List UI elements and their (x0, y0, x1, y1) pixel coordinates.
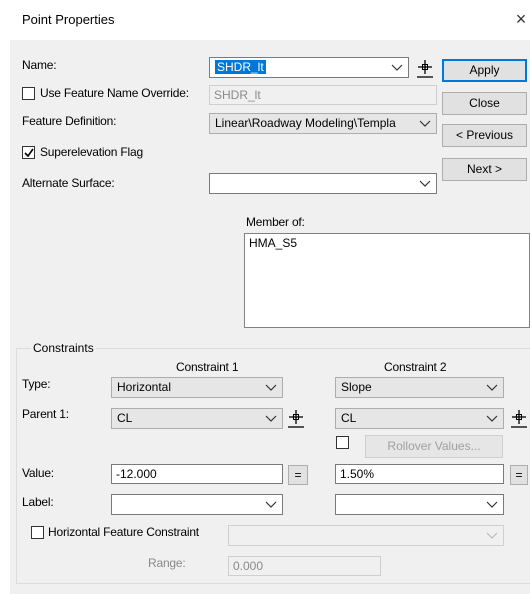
constraint-1-parent-value: CL (117, 411, 133, 425)
alternate-surface-combo[interactable] (209, 173, 437, 194)
feature-definition-label: Feature Definition: (22, 114, 117, 128)
constraint-1-type-combo[interactable]: Horizontal (111, 377, 283, 398)
left-edge-panel (0, 40, 10, 594)
constraint-1-equals-button[interactable]: = (288, 465, 308, 485)
name-combo[interactable]: SHDR_lt (209, 57, 409, 78)
feature-definition-combo[interactable]: Linear\Roadway Modeling\Templa (209, 113, 437, 134)
constraint-1-parent-combo[interactable]: CL (111, 408, 283, 429)
constraint-2-label-combo[interactable] (335, 494, 504, 515)
constraint-2-value-field[interactable]: 1.50% (335, 464, 504, 484)
constraints-group-label: Constraints (31, 341, 96, 355)
member-of-item[interactable]: HMA_S5 (249, 236, 297, 250)
previous-button[interactable]: < Previous (442, 124, 527, 147)
chevron-down-icon[interactable] (485, 409, 499, 428)
constraint-2-parent-value: CL (341, 411, 357, 425)
window-title: Point Properties (22, 12, 115, 27)
feature-definition-value: Linear\Roadway Modeling\Templa (215, 116, 396, 130)
parent-1-label: Parent 1: (22, 407, 69, 421)
chevron-down-icon[interactable] (418, 114, 432, 133)
chevron-down-icon[interactable] (485, 495, 499, 514)
chevron-down-icon[interactable] (264, 378, 278, 397)
value-label: Value: (22, 466, 54, 480)
type-label: Type: (22, 377, 51, 391)
label-label: Label: (22, 495, 54, 509)
use-feature-name-override-checkbox[interactable] (22, 87, 35, 100)
checkmark-icon (24, 148, 34, 158)
constraint-1-header: Constraint 1 (176, 360, 239, 374)
constraint-2-equals-button[interactable]: = (510, 465, 528, 485)
superelevation-flag-label: Superelevation Flag (40, 145, 143, 159)
title-bar: Point Properties × (0, 0, 530, 40)
horizontal-feature-constraint-label: Horizontal Feature Constraint (48, 525, 199, 539)
apply-button[interactable]: Apply (442, 59, 527, 82)
rollover-values-button[interactable]: Rollover Values... (365, 435, 503, 458)
constraint-1-label-combo[interactable] (111, 494, 283, 515)
chevron-down-icon[interactable] (485, 378, 499, 397)
close-button[interactable]: Close (442, 92, 527, 115)
superelevation-flag-checkbox[interactable] (22, 146, 35, 159)
feature-name-override-field[interactable]: SHDR_lt (209, 85, 437, 105)
alternate-surface-label: Alternate Surface: (22, 176, 115, 190)
close-icon[interactable]: × (512, 8, 530, 30)
constraint-2-type-value: Slope (341, 380, 372, 394)
horizontal-feature-constraint-checkbox[interactable] (31, 526, 44, 539)
use-feature-name-override-label: Use Feature Name Override: (40, 86, 189, 100)
chevron-down-icon[interactable] (485, 526, 499, 545)
constraint-1-pick-icon[interactable] (285, 407, 307, 429)
next-button[interactable]: Next > (442, 158, 527, 181)
member-of-list[interactable]: HMA_S5 (244, 233, 530, 328)
chevron-down-icon[interactable] (264, 409, 278, 428)
constraint-1-value-field[interactable]: -12.000 (111, 464, 283, 484)
chevron-down-icon[interactable] (418, 174, 432, 193)
name-pick-icon[interactable] (414, 57, 436, 79)
member-of-label: Member of: (246, 215, 305, 229)
constraint-2-type-combo[interactable]: Slope (335, 377, 504, 398)
chevron-down-icon[interactable] (390, 58, 404, 77)
name-value: SHDR_lt (215, 60, 266, 74)
constraint-1-type-value: Horizontal (117, 380, 172, 394)
range-label: Range: (148, 556, 186, 570)
constraint-2-header: Constraint 2 (384, 360, 447, 374)
rollover-checkbox[interactable] (336, 436, 349, 449)
constraint-2-pick-icon[interactable] (508, 407, 530, 429)
horizontal-feature-constraint-combo[interactable] (228, 525, 504, 546)
chevron-down-icon[interactable] (264, 495, 278, 514)
constraint-2-parent-combo[interactable]: CL (335, 408, 504, 429)
range-field[interactable]: 0.000 (228, 556, 381, 576)
name-label: Name: (22, 58, 57, 72)
point-properties-dialog: Point Properties × Name: SHDR_lt Use Fea… (0, 0, 530, 594)
